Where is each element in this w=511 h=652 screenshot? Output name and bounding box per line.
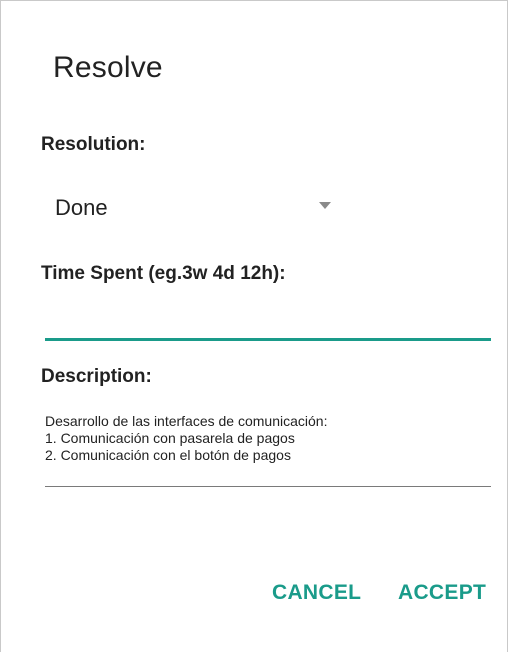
description-line-1: Desarrollo de las interfaces de comunica… (45, 413, 328, 429)
description-line-3: 2. Comunicación con el botón de pagos (45, 447, 291, 463)
resolve-dialog: Resolve Resolution: Done Time Spent (eg.… (0, 0, 508, 652)
resolution-selected-value: Done (55, 195, 108, 220)
resolution-label: Resolution: (41, 134, 146, 155)
description-field[interactable]: Desarrollo de las interfaces de comunica… (45, 413, 491, 487)
cancel-button[interactable]: CANCEL (272, 581, 361, 605)
time-spent-label: Time Spent (eg.3w 4d 12h): (41, 263, 286, 284)
description-label: Description: (41, 366, 152, 387)
dialog-title: Resolve (53, 51, 163, 84)
time-spent-input[interactable] (45, 301, 491, 341)
accept-button[interactable]: ACCEPT (398, 581, 486, 605)
dropdown-arrow-icon (319, 202, 331, 209)
description-line-2: 1. Comunicación con pasarela de pagos (45, 430, 295, 446)
resolution-dropdown[interactable]: Done (41, 189, 341, 229)
